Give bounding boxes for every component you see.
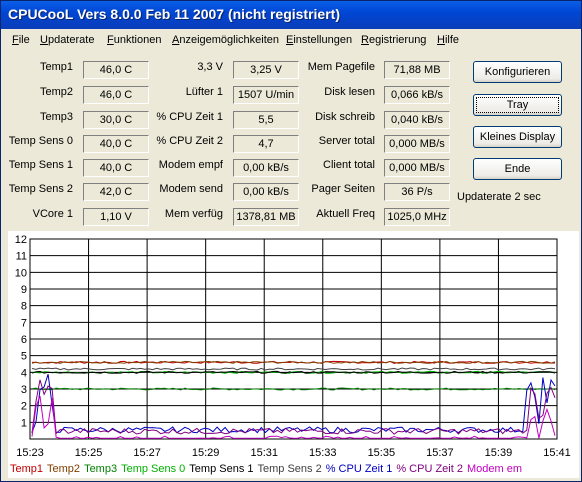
y-tick-label: 7	[21, 317, 27, 329]
y-tick-label: 3	[21, 384, 27, 396]
legend-entry: % CPU Zeit 1	[326, 463, 393, 475]
temp1-label: Temp1	[39, 61, 73, 73]
y-tick-label: 1	[21, 417, 27, 429]
temp-sens-2-label: Temp Sens 2	[8, 183, 73, 195]
temp-sens-1-label: Temp Sens 1	[8, 159, 73, 171]
aktuell-freq-label: Aktuell Freq	[316, 208, 375, 220]
x-tick-label: 15:37	[426, 447, 454, 459]
x-tick-label: 15:33	[309, 447, 337, 459]
legend-entry: Temp1	[10, 463, 43, 475]
x-tick-label: 15:39	[485, 447, 513, 459]
x-tick-label: 15:27	[133, 447, 161, 459]
modem-empf-value: 0,00 kB/s	[233, 159, 299, 177]
legend-entry: % CPU Zeit 2	[396, 463, 463, 475]
y-tick-label: 10	[15, 267, 27, 279]
menu-hilfe[interactable]: Hilfe	[437, 34, 459, 46]
disk-lesen-value: 0,066 kB/s	[384, 86, 450, 104]
mem-pagefile-label: Mem Pagefile	[307, 61, 375, 73]
menu-einstellungen[interactable]: Einstellungen	[286, 34, 352, 46]
x-tick-label: 15:29	[192, 447, 220, 459]
menu-funktionen[interactable]: Funktionen	[107, 34, 161, 46]
legend-entry: Temp Sens 0	[121, 463, 185, 475]
server-total-label: Server total	[318, 135, 375, 147]
legend-entry: Temp Sens 2	[258, 463, 322, 475]
chart-panel: 1 2 3 4 5 6 7 8 9 10 11 12 15:23 15:25 15:27 15:29 15:31…	[8, 231, 579, 478]
aktuell-freq-value: 1025,0 MHz	[384, 208, 450, 226]
temp3-label: Temp3	[39, 111, 73, 123]
pager-seiten-label: Pager Seiten	[311, 183, 375, 195]
modem-send-label: Modem send	[159, 183, 223, 195]
y-tick-label: 12	[15, 234, 27, 246]
x-tick-label: 15:31	[250, 447, 278, 459]
title-bar[interactable]: CPUCooL Vers 8.0.0 Feb 11 2007 (nicht re…	[1, 1, 581, 29]
modem-empf-label: Modem empf	[158, 159, 223, 171]
v33-label: 3,3 V	[197, 61, 223, 73]
modem-send-value: 0,00 kB/s	[233, 183, 299, 201]
ende-button[interactable]: Ende	[473, 158, 562, 180]
temp-sens-0-label: Temp Sens 0	[8, 135, 73, 147]
x-tick-label: 15:23	[16, 447, 44, 459]
legend-entry: Temp3	[84, 463, 117, 475]
pager-seiten-value: 36 P/s	[384, 183, 450, 201]
y-tick-label: 11	[16, 251, 27, 263]
temp-sens-0-value: 40,0 C	[83, 135, 149, 153]
temp2-label: Temp2	[39, 86, 73, 98]
cpu-zeit-2-value: 4,7	[233, 135, 299, 153]
menu-registrierung[interactable]: Registrierung	[361, 34, 426, 46]
kleines-display-button-label: Kleines Display	[479, 131, 556, 143]
x-tick-label: 15:25	[75, 447, 103, 459]
ende-button-label: Ende	[504, 163, 531, 175]
cpu-zeit-1-label: % CPU Zeit 1	[156, 111, 223, 123]
cpucool-window: CPUCooL Vers 8.0.0 Feb 11 2007 (nicht re…	[0, 0, 582, 482]
y-tick-label: 8	[21, 301, 27, 313]
konfigurieren-button-label: Konfigurieren	[484, 66, 551, 78]
x-tick-label: 15:41	[543, 447, 571, 459]
luefter-1-value: 1507 U/min	[233, 86, 299, 104]
server-total-value: 0,000 MB/s	[384, 135, 450, 153]
vcore-1-label: VCore 1	[32, 208, 73, 220]
temp-sens-1-value: 40,0 C	[83, 159, 149, 177]
disk-lesen-label: Disk lesen	[324, 86, 375, 98]
temp3-value: 30,0 C	[83, 111, 149, 129]
y-tick-label: 2	[21, 401, 27, 413]
tray-button-label: Tray	[506, 99, 529, 111]
konfigurieren-button[interactable]: Konfigurieren	[473, 61, 562, 83]
cpu-zeit-2-label: % CPU Zeit 2	[156, 135, 223, 147]
temp2-value: 46,0 C	[83, 86, 149, 104]
v33-value: 3,25 V	[233, 61, 299, 79]
legend-entry: Temp Sens 1	[189, 463, 253, 475]
y-tick-label: 6	[21, 334, 27, 346]
menu-file[interactable]: File	[12, 34, 30, 46]
tray-button[interactable]: Tray	[473, 94, 562, 116]
luefter-1-label: Lüfter 1	[185, 86, 223, 98]
disk-schreib-value: 0,040 kB/s	[384, 111, 450, 129]
menu-anzeigemoeglichkeiten[interactable]: Anzeigemöglichkeiten	[172, 34, 279, 46]
client-total-label: Client total	[323, 159, 375, 171]
temp1-value: 46,0 C	[83, 61, 149, 79]
y-tick-label: 5	[21, 351, 27, 363]
y-tick-label: 9	[21, 284, 27, 296]
temp-sens-2-value: 42,0 C	[83, 183, 149, 201]
history-chart: 12345678910111215:23 15:25 15:27 15:29 15:31…	[10, 234, 571, 475]
legend-entry: Modem em	[467, 463, 522, 475]
kleines-display-button[interactable]: Kleines Display	[473, 126, 562, 148]
cpu-zeit-1-value: 5,5	[233, 111, 299, 129]
disk-schreib-label: Disk schreib	[315, 111, 375, 123]
x-tick-label: 15:35	[368, 447, 396, 459]
y-tick-label: 4	[21, 367, 27, 379]
updaterate-text: Updaterate 2 sec	[457, 191, 541, 203]
client-total-value: 0,000 MB/s	[384, 159, 450, 177]
mem-verfueg-label: Mem verfüg	[164, 208, 223, 220]
vcore-1-value: 1,10 V	[83, 208, 149, 226]
menu-updaterate[interactable]: Updaterate	[40, 34, 94, 46]
menu-bar: File Updaterate Funktionen Anzeigemöglic…	[1, 30, 581, 50]
mem-verfueg-value: 1378,81 MB	[233, 208, 299, 226]
mem-pagefile-value: 71,88 MB	[384, 61, 450, 79]
window-title: CPUCooL Vers 8.0.0 Feb 11 2007 (nicht re…	[8, 6, 340, 22]
legend-entry: Temp2	[47, 463, 80, 475]
